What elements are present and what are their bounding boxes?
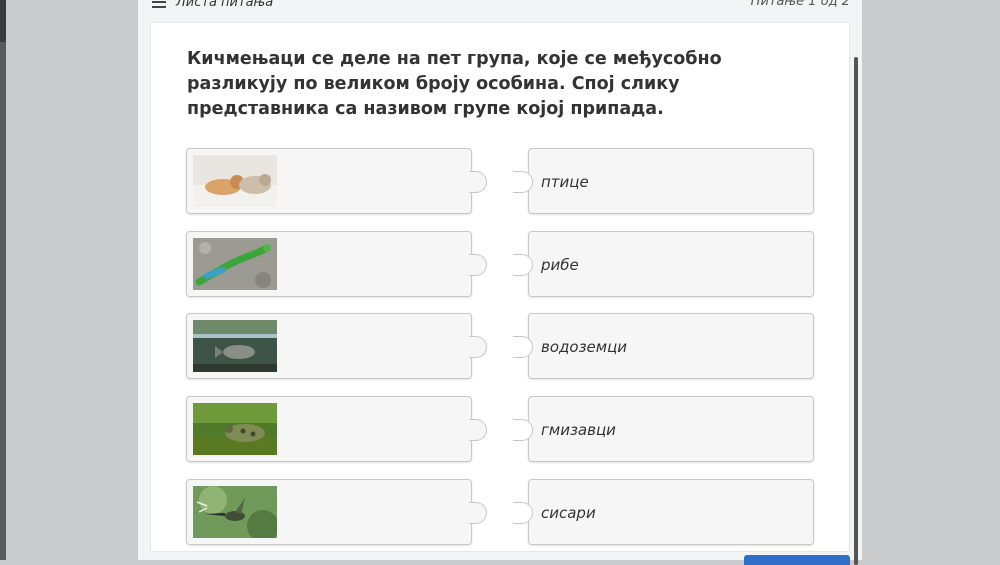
label-piece-4[interactable]: гмизавци xyxy=(513,396,814,462)
label-piece-text: птице xyxy=(541,173,589,191)
label-piece-5[interactable]: сисари xyxy=(513,479,814,545)
label-piece-text: рибе xyxy=(541,256,579,274)
question-list-label: Листа питања xyxy=(176,0,274,10)
label-piece-text: сисари xyxy=(541,504,596,522)
image-piece-1[interactable] xyxy=(186,148,487,214)
piece-connector-slot xyxy=(513,254,533,276)
quiz-toolbar: Листа питања Питање 1 од 2 xyxy=(138,0,862,22)
next-button[interactable] xyxy=(744,555,850,565)
question-text: Кичмењаци се деле на пет група, које се … xyxy=(187,49,722,119)
scrollbar[interactable] xyxy=(854,57,858,565)
kitten-puppy-image xyxy=(193,155,277,207)
image-piece-3[interactable] xyxy=(186,313,487,379)
question-list-button[interactable]: Листа питања xyxy=(152,0,273,12)
list-icon xyxy=(152,0,166,8)
frog-image xyxy=(193,403,277,455)
piece-connector-slot xyxy=(513,171,533,193)
question-counter: Питање 1 од 2 xyxy=(750,0,850,9)
fish-image xyxy=(193,320,277,372)
image-piece-2[interactable] xyxy=(186,231,487,297)
label-piece-text: водоземци xyxy=(541,338,628,356)
piece-connector-slot xyxy=(513,419,533,441)
image-piece-5[interactable] xyxy=(186,479,487,545)
hummingbird-image xyxy=(193,486,277,538)
label-piece-2[interactable]: рибе xyxy=(513,231,814,297)
label-piece-1[interactable]: птице xyxy=(513,148,814,214)
piece-connector-slot xyxy=(513,336,533,358)
label-piece-text: гмизавци xyxy=(541,421,616,439)
left-window-edge-light xyxy=(0,42,6,560)
lizard-image xyxy=(193,238,277,290)
image-piece-4[interactable] xyxy=(186,396,487,462)
label-piece-3[interactable]: водоземци xyxy=(513,313,814,379)
piece-connector-slot xyxy=(513,502,533,524)
left-window-edge xyxy=(0,0,6,560)
